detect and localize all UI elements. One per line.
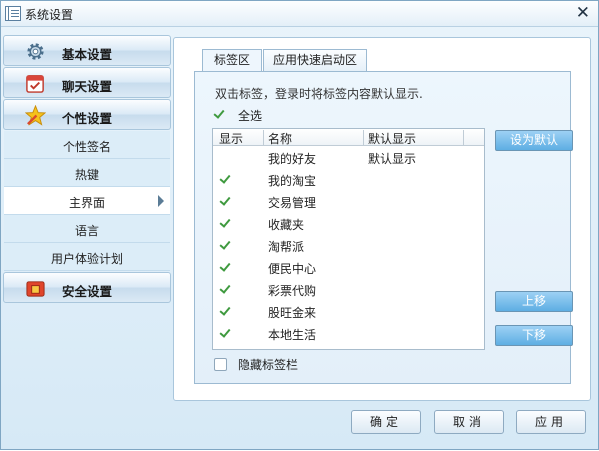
row-checkbox[interactable] [219, 305, 232, 318]
table-header: 显示 名称 默认显示 [213, 129, 484, 146]
move-down-button[interactable]: 下移 [495, 325, 573, 346]
table-row[interactable]: 交易管理 [213, 191, 484, 213]
sidebar-category-label: 个性设置 [62, 111, 113, 126]
sidebar-item-signature[interactable]: 个性签名 [4, 131, 170, 159]
cancel-button[interactable]: 取消 [434, 410, 504, 434]
sidebar-item-label: 个性签名 [62, 140, 111, 154]
row-checkbox[interactable] [219, 261, 232, 274]
row-name: 本地生活 [268, 328, 317, 342]
row-default: 默认显示 [368, 152, 417, 166]
window-title: 系统设置 [25, 8, 74, 22]
apply-button[interactable]: 应用 [516, 410, 586, 434]
hide-tabbar-checkbox[interactable] [214, 358, 227, 371]
column-header-name[interactable]: 名称 [268, 130, 292, 146]
table-row[interactable]: 本地生活 [213, 323, 484, 345]
row-checkbox[interactable] [219, 239, 232, 252]
row-checkbox[interactable] [219, 217, 232, 230]
row-checkbox[interactable] [219, 327, 232, 340]
table-row[interactable]: 便民中心 [213, 257, 484, 279]
column-divider[interactable] [463, 130, 464, 145]
sidebar-category-label: 基本设置 [62, 47, 113, 62]
table-row[interactable]: 我的好友 默认显示 [213, 147, 484, 169]
row-name: 便民中心 [268, 262, 317, 276]
table-row[interactable]: 淘帮派 [213, 235, 484, 257]
sidebar-category-personal[interactable]: 个性设置 [3, 99, 171, 130]
calendar-check-icon [26, 75, 44, 93]
sidebar-item-main-interface[interactable]: 主界面 [4, 187, 170, 215]
sidebar-category-security[interactable]: 安全设置 [3, 272, 171, 303]
row-name: 淘帮派 [268, 240, 305, 254]
select-all-checkbox[interactable] [213, 108, 226, 121]
sidebar-item-ux-plan[interactable]: 用户体验计划 [4, 243, 170, 271]
close-icon[interactable]: ✕ [576, 3, 590, 23]
tab-quick-launch[interactable]: 应用快速启动区 [263, 49, 367, 71]
row-checkbox[interactable] [219, 173, 232, 186]
select-all-label: 全选 [238, 109, 263, 123]
column-divider[interactable] [363, 130, 364, 145]
sidebar-item-hotkey[interactable]: 热键 [4, 159, 170, 187]
sidebar-item-label: 语言 [74, 224, 99, 238]
sidebar-item-label: 热键 [74, 168, 99, 182]
row-name: 我的淘宝 [268, 174, 317, 188]
sidebar-category-label: 聊天设置 [62, 79, 113, 94]
sidebar-category-chat[interactable]: 聊天设置 [3, 67, 171, 98]
sidebar-category-label: 安全设置 [62, 284, 113, 299]
row-checkbox[interactable] [219, 283, 232, 296]
move-up-button[interactable]: 上移 [495, 291, 573, 312]
sidebar-category-basic[interactable]: 基本设置 [3, 35, 171, 66]
star-icon [25, 105, 46, 126]
tab-label-area[interactable]: 标签区 [202, 49, 262, 72]
row-name: 收藏夹 [268, 218, 305, 232]
sidebar-item-language[interactable]: 语言 [4, 215, 170, 243]
window-icon [5, 6, 21, 21]
row-name: 交易管理 [268, 196, 317, 210]
sidebar-item-label: 用户体验计划 [50, 252, 123, 266]
table-row[interactable]: 收藏夹 [213, 213, 484, 235]
column-header-default[interactable]: 默认显示 [368, 130, 416, 146]
sidebar-item-label: 主界面 [68, 196, 105, 210]
hint-text: 双击标签，登录时将标签内容默认显示. [215, 87, 423, 101]
row-checkbox[interactable] [219, 195, 232, 208]
set-default-button[interactable]: 设为默认 [495, 130, 573, 151]
row-name: 我的好友 [268, 152, 317, 166]
hide-tabbar-label: 隐藏标签栏 [238, 358, 299, 372]
row-name: 彩票代购 [268, 284, 317, 298]
gear-icon [27, 43, 44, 60]
table-row[interactable]: 我的淘宝 [213, 169, 484, 191]
column-divider[interactable] [263, 130, 264, 145]
table-row[interactable]: 彩票代购 [213, 279, 484, 301]
settings-window: 系统设置 ✕ 基本设置 聊天设置 个性设置 个性签名 热键 主界面 语言 用户体… [0, 0, 599, 450]
chevron-right-icon [158, 195, 164, 207]
column-header-show[interactable]: 显示 [219, 130, 243, 146]
security-icon [26, 281, 45, 297]
row-name: 股旺金来 [268, 306, 317, 320]
table-row[interactable]: 股旺金来 [213, 301, 484, 323]
tab-list-table: 显示 名称 默认显示 我的好友 默认显示 我的淘宝 交易管理 收藏夹 淘帮派 便… [212, 128, 485, 350]
title-bar[interactable]: 系统设置 ✕ [1, 1, 598, 27]
sidebar: 基本设置 聊天设置 个性设置 个性签名 热键 主界面 语言 用户体验计划 安全设… [1, 31, 171, 451]
ok-button[interactable]: 确定 [351, 410, 421, 434]
